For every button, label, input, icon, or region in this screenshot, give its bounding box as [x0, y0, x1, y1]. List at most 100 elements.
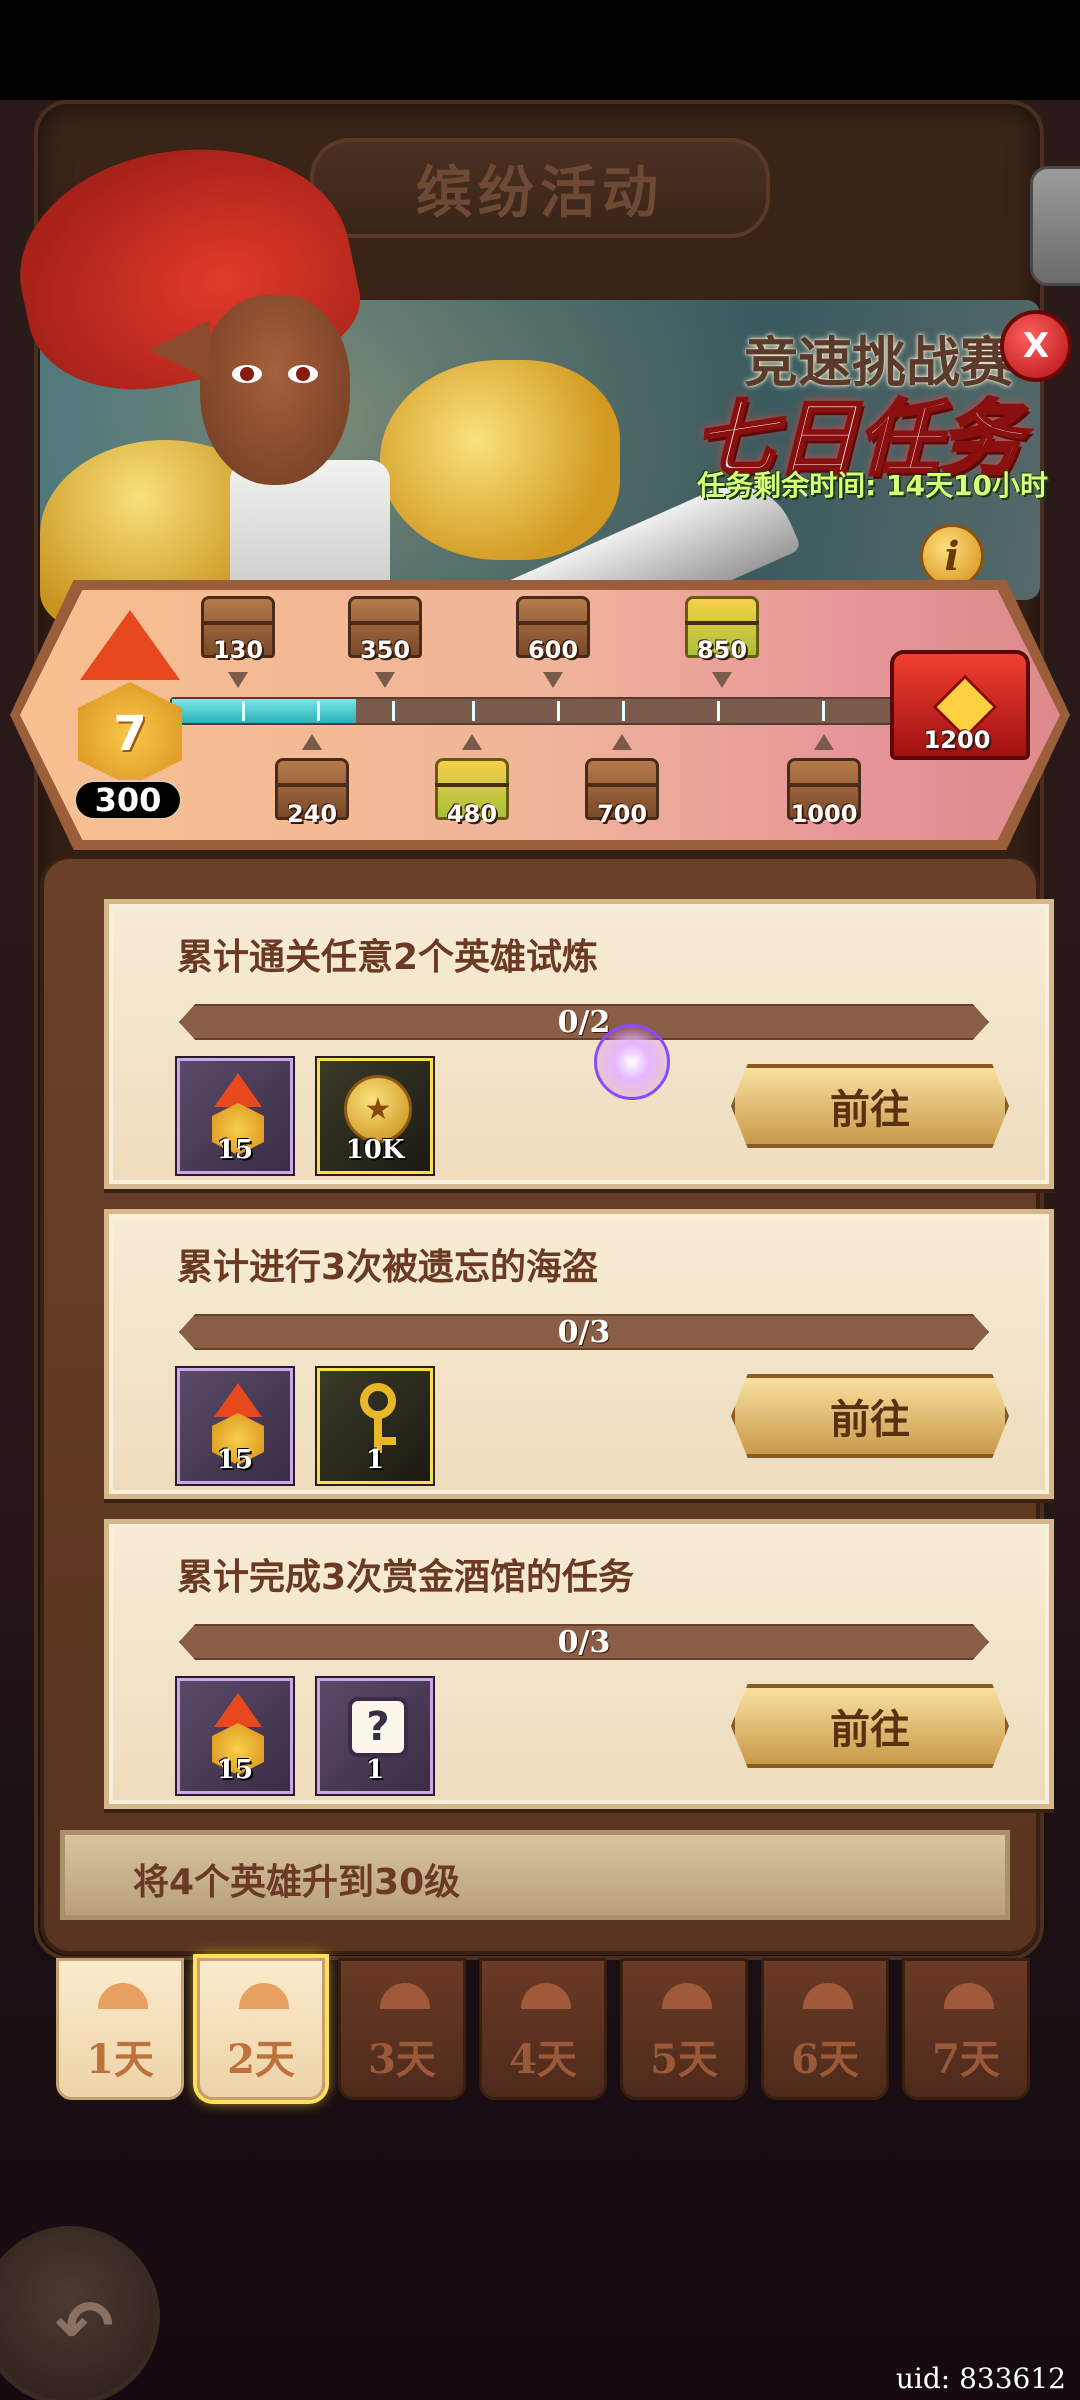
day-label: 1天 [86, 2036, 154, 2083]
track-tick [242, 701, 245, 721]
task-progress-bar: 0/3 [179, 1314, 989, 1350]
milestone-label: 130 [212, 636, 264, 664]
medal-icon [214, 1383, 262, 1417]
rank-arrow-icon [80, 610, 180, 680]
close-icon: X [1022, 326, 1050, 366]
day-label: 3天 [368, 2036, 436, 2083]
gold-coin-icon: ★ [344, 1075, 412, 1143]
info-icon: i [944, 532, 960, 580]
track-tick [557, 701, 560, 721]
hero-right-shoulder [380, 360, 620, 560]
track-tick [622, 701, 625, 721]
reward-item[interactable]: ? 1 [317, 1678, 433, 1794]
milestone-label: 480 [446, 800, 498, 828]
day-label: 6天 [791, 2036, 859, 2083]
task-card: 累计通关任意2个英雄试炼 0/2 15 ★ 10K 前往 [104, 899, 1054, 1189]
tab-day-2[interactable]: 2天 [197, 1958, 325, 2100]
medal-icon [214, 1073, 262, 1107]
milestone-pointer [712, 672, 732, 688]
milestone-label: 700 [596, 800, 648, 828]
milestone-label: 850 [696, 636, 748, 664]
tab-day-3[interactable]: 3天 [338, 1958, 466, 2100]
task-panel[interactable]: 累计通关任意2个英雄试炼 0/2 15 ★ 10K 前往 累计进行3次被遗忘的海… [40, 855, 1054, 1955]
task-progress-bar: 0/3 [179, 1624, 989, 1660]
back-arrow-icon: ↶ [55, 2285, 114, 2367]
sun-icon [521, 1983, 571, 2009]
milestone-label: 1000 [790, 800, 858, 828]
tab-day-4[interactable]: 4天 [479, 1958, 607, 2100]
reward-quantity: 15 [216, 1445, 254, 1475]
task-card-partial: 将4个英雄升到30级 [60, 1830, 1010, 1920]
milestone-pointer [814, 734, 834, 750]
task-card: 累计进行3次被遗忘的海盗 0/3 15 1 前往 [104, 1209, 1054, 1499]
hero-illustration [0, 118, 802, 704]
day-label: 2天 [227, 2036, 295, 2083]
milestone-pointer [543, 672, 563, 688]
touch-sparkle-effect [594, 1024, 670, 1100]
hero-eye [232, 365, 262, 383]
side-chest-icon[interactable] [1030, 166, 1080, 286]
hero-face [200, 295, 350, 485]
sun-icon [662, 1983, 712, 2009]
reward-item[interactable]: 15 [177, 1368, 293, 1484]
go-button[interactable]: 前往 [731, 1374, 1009, 1458]
reward-quantity: 15 [216, 1755, 254, 1785]
reward-item[interactable]: ★ 10K [317, 1058, 433, 1174]
track-tick [392, 701, 395, 721]
reward-quantity: 15 [216, 1135, 254, 1165]
task-progress-text: 0/2 [557, 1004, 611, 1040]
reward-item[interactable]: 1 [317, 1368, 433, 1484]
milestone-pointer [612, 734, 632, 750]
task-title: 将4个英雄升到30级 [133, 1862, 461, 1903]
hero-eye [288, 365, 318, 383]
sun-icon [239, 1983, 289, 2009]
task-card: 累计完成3次赏金酒馆的任务 0/3 15 ? 1 前往 [104, 1519, 1054, 1809]
reward-item[interactable]: 15 [177, 1058, 293, 1174]
task-progress-text: 0/3 [557, 1314, 611, 1350]
points-track-fill [172, 699, 357, 723]
go-button[interactable]: 前往 [731, 1064, 1009, 1148]
close-button[interactable]: X [1000, 310, 1072, 382]
task-title: 累计进行3次被遗忘的海盗 [177, 1247, 599, 1288]
milestone-pointer [228, 672, 248, 688]
sun-icon [98, 1983, 148, 2009]
task-progress-text: 0/3 [557, 1624, 611, 1660]
reward-quantity: 1 [365, 1445, 385, 1475]
level-badge: 7 [74, 610, 184, 800]
tab-day-5[interactable]: 5天 [620, 1958, 748, 2100]
task-title: 累计通关任意2个英雄试炼 [177, 937, 599, 978]
track-tick [472, 701, 475, 721]
day-label: 5天 [650, 2036, 718, 2083]
sun-icon [803, 1983, 853, 2009]
reward-quantity: 10K [345, 1135, 405, 1165]
sun-icon [380, 1983, 430, 2009]
hero-ear [150, 320, 210, 380]
track-tick [717, 701, 720, 721]
day-label: 4天 [509, 2036, 577, 2083]
milestone-pointer [302, 734, 322, 750]
mystery-box-icon: ? [348, 1697, 408, 1757]
milestone-label: 350 [359, 636, 411, 664]
info-button[interactable]: i [920, 524, 984, 588]
points-value: 300 [74, 780, 182, 820]
track-tick [822, 701, 825, 721]
day-label: 7天 [932, 2036, 1000, 2083]
reward-quantity: 1 [365, 1755, 385, 1785]
milestone-label: 600 [527, 636, 579, 664]
task-title: 累计完成3次赏金酒馆的任务 [177, 1557, 635, 1598]
points-track [170, 697, 930, 725]
milestone-pointer [375, 672, 395, 688]
level-number: 7 [78, 682, 182, 786]
time-remaining: 任务剩余时间: 14天10小时 [697, 469, 1048, 502]
track-tick [317, 701, 320, 721]
task-progress-bar: 0/2 [179, 1004, 989, 1040]
milestone-pointer [462, 734, 482, 750]
go-button[interactable]: 前往 [731, 1684, 1009, 1768]
tab-day-6[interactable]: 6天 [761, 1958, 889, 2100]
milestone-label: 240 [286, 800, 338, 828]
tab-day-1[interactable]: 1天 [56, 1958, 184, 2100]
tab-day-7[interactable]: 7天 [902, 1958, 1030, 2100]
final-milestone-label: 1200 [923, 726, 991, 754]
reward-item[interactable]: 15 [177, 1678, 293, 1794]
medal-icon [214, 1693, 262, 1727]
